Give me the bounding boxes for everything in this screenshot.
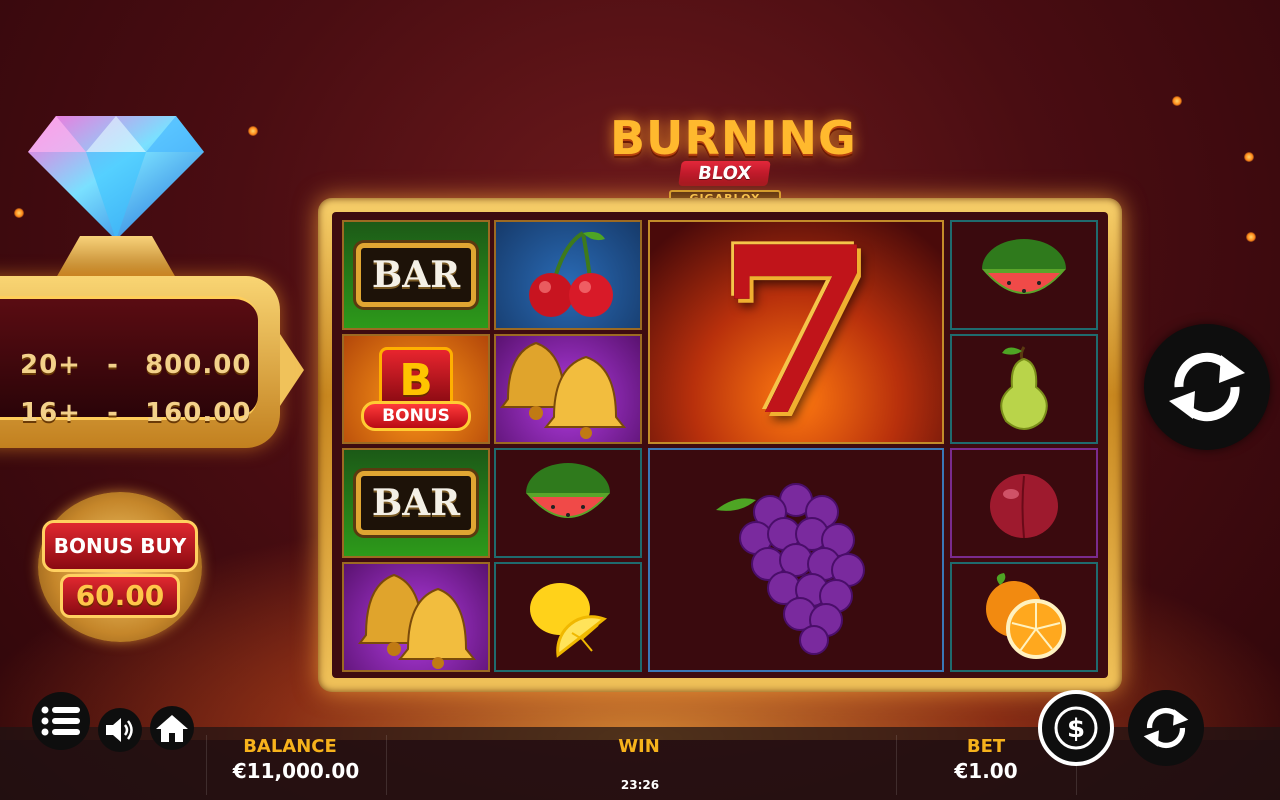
watermelon-icon — [982, 239, 1066, 294]
home-button[interactable] — [150, 706, 194, 750]
cherry-icon — [529, 231, 613, 317]
balance-value: €11,000.00 — [232, 759, 360, 783]
reel-cell-bells — [342, 562, 490, 672]
grapes-icon — [716, 483, 865, 655]
reel-cell-bells — [494, 334, 642, 444]
ember — [1172, 96, 1182, 106]
jackpot-sep: - — [107, 350, 119, 380]
ember — [1246, 232, 1256, 242]
menu-icon — [41, 706, 80, 736]
sound-button[interactable] — [98, 708, 142, 752]
clock: 23:26 — [620, 778, 660, 792]
reel-cell-cherry — [494, 220, 642, 330]
bonus-buy-button[interactable]: BONUS BUY — [42, 520, 198, 572]
reel-cell-seven: 7 — [648, 220, 944, 444]
jackpot-row: 16+ - 160.00 — [20, 398, 251, 428]
jackpot-count: 20+ — [20, 350, 81, 380]
divider — [206, 735, 207, 795]
seven-symbol: 7 — [715, 220, 877, 444]
reel-cell-watermelon — [494, 448, 642, 558]
reel-cell-grapes — [648, 448, 944, 672]
reel-cell-bar: BAR — [342, 448, 490, 558]
plum-icon — [990, 474, 1058, 539]
reel-cell-pear — [950, 334, 1098, 444]
bonus-symbol: B BONUS — [361, 347, 471, 431]
ember — [248, 126, 258, 136]
bonus-letter: B — [379, 347, 453, 407]
dollar-icon: $ — [1054, 706, 1098, 750]
ember — [14, 208, 24, 218]
reel-cell-lemon — [494, 562, 642, 672]
spin-button[interactable] — [1144, 324, 1270, 450]
reel-cell-watermelon — [950, 220, 1098, 330]
jackpot-count: 16+ — [20, 398, 81, 428]
bar-symbol: BAR — [356, 471, 476, 535]
watermelon-icon — [526, 463, 610, 518]
jackpot-row: 20+ - 800.00 — [20, 350, 251, 380]
bet-value[interactable]: €1.00 — [906, 759, 1066, 783]
reel-cell-bonus: B BONUS — [342, 334, 490, 444]
bonus-buy-price[interactable]: 60.00 — [60, 574, 180, 618]
ember — [1244, 152, 1254, 162]
diamond-icon — [28, 116, 204, 240]
divider — [896, 735, 897, 795]
reel-cell-bar: BAR — [342, 220, 490, 330]
spin-icon — [1169, 352, 1245, 422]
logo-ribbon: BLOX — [678, 161, 772, 186]
orange-icon — [986, 573, 1066, 659]
logo-title: BURNING — [610, 111, 857, 165]
bell-icon — [358, 573, 477, 669]
lemon-icon — [530, 583, 608, 658]
bell-icon — [500, 341, 627, 439]
menu-button[interactable] — [32, 692, 90, 750]
jackpot-value: 800.00 — [145, 350, 252, 380]
bet-button[interactable]: $ — [1038, 690, 1114, 766]
jackpot-arrow — [280, 334, 304, 406]
jackpot-sep: - — [107, 398, 119, 428]
home-icon — [156, 715, 188, 742]
divider — [386, 735, 387, 795]
gem-stand — [56, 236, 176, 278]
autoplay-icon — [1143, 707, 1189, 749]
balance-label: BALANCE — [243, 736, 337, 757]
pear-icon — [1000, 346, 1048, 430]
bar-symbol: BAR — [356, 243, 476, 307]
jackpot-value: 160.00 — [145, 398, 252, 428]
autoplay-button[interactable] — [1128, 690, 1204, 766]
bonus-text: BONUS — [361, 401, 471, 431]
sound-icon — [106, 718, 133, 742]
reel-cell-plum — [950, 448, 1098, 558]
win-label: WIN — [618, 736, 660, 757]
reel-cell-orange — [950, 562, 1098, 672]
svg-text:$: $ — [1067, 714, 1085, 744]
